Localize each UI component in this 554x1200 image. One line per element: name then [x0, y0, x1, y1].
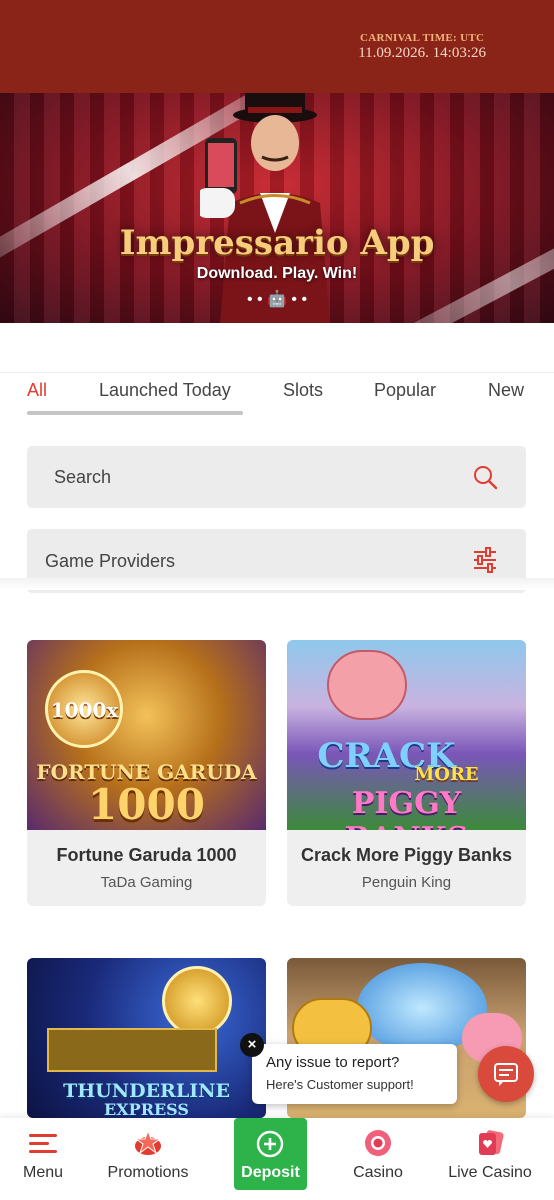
plus-circle-icon: [256, 1130, 284, 1158]
toast-title: Any issue to report?: [266, 1054, 400, 1071]
art-number: 1000: [88, 780, 205, 829]
game-thumbnail[interactable]: CRACK MORE PIGGY BANKS: [287, 640, 526, 830]
filter-icon[interactable]: [472, 547, 498, 573]
nav-menu[interactable]: Menu: [0, 1118, 86, 1200]
tab-launched-today[interactable]: Launched Today: [99, 380, 231, 401]
search-placeholder: Search: [54, 467, 112, 487]
nav-label: Casino: [353, 1164, 403, 1181]
chip-icon: [365, 1130, 391, 1156]
banner-title: Impressario App: [119, 223, 435, 263]
game-thumbnail[interactable]: THUNDERLINE EXPRESS: [27, 958, 266, 1118]
search-input[interactable]: Search: [27, 446, 526, 508]
art-word-3: PIGGY BANKS: [345, 786, 469, 830]
nav-casino[interactable]: Casino: [336, 1118, 420, 1200]
clock-time: 11.09.2026. 14:03:26: [358, 45, 486, 61]
tab-slots[interactable]: Slots: [283, 380, 323, 401]
providers-label: Game Providers: [45, 551, 176, 571]
game-card[interactable]: CRACK MORE PIGGY BANKS Crack More Piggy …: [287, 640, 526, 906]
tab-scroll-indicator: [27, 411, 243, 415]
art-word-2: MORE: [414, 764, 479, 785]
game-card[interactable]: THUNDERLINE EXPRESS: [27, 958, 266, 1118]
server-clock: CARNIVAL TIME: UTC 11.09.2026. 14:03:26: [358, 32, 486, 62]
toast-subtitle: Here's Customer support!: [266, 1077, 414, 1092]
game-title: Fortune Garuda 1000: [56, 845, 237, 865]
game-provider: TaDa Gaming: [100, 874, 193, 891]
android-icon: • • 🤖 • •: [246, 291, 308, 308]
art-multiplier: 1000x: [50, 698, 119, 722]
category-tabs: All Launched Today Slots Popular New: [0, 372, 554, 418]
art-title: THUNDERLINE: [63, 1080, 230, 1102]
nav-label: Promotions: [107, 1164, 189, 1181]
promo-banner[interactable]: Impressario App Download. Play. Win! • •…: [0, 93, 554, 323]
nav-live-casino[interactable]: Live Casino: [440, 1118, 540, 1200]
cards-icon: [479, 1130, 504, 1155]
game-card[interactable]: 1000x FORTUNE GARUDA 1000 Fortune Garuda…: [27, 640, 266, 906]
filters-shadow: [0, 578, 554, 590]
nav-label: Live Casino: [448, 1164, 532, 1181]
art-subtitle: EXPRESS: [104, 1100, 189, 1118]
menu-icon: [29, 1134, 57, 1153]
banner-subtitle: Download. Play. Win!: [196, 265, 358, 282]
star-icon: [134, 1129, 162, 1155]
support-toast[interactable]: Any issue to report? Here's Customer sup…: [252, 1044, 457, 1104]
deposit-label: Deposit: [241, 1164, 300, 1181]
clock-label: CARNIVAL TIME: UTC: [360, 32, 485, 44]
nav-promotions[interactable]: Promotions: [96, 1118, 200, 1200]
chat-button[interactable]: [478, 1046, 534, 1102]
game-title: Crack More Piggy Banks: [300, 845, 513, 865]
game-thumbnail[interactable]: 1000x FORTUNE GARUDA 1000: [27, 640, 266, 830]
game-provider: Penguin King: [361, 874, 452, 891]
tab-all[interactable]: All: [27, 380, 47, 401]
top-header: CARNIVAL TIME: UTC 11.09.2026. 14:03:26: [0, 0, 554, 93]
nav-label: Menu: [22, 1164, 64, 1181]
deposit-button[interactable]: Deposit: [234, 1118, 307, 1190]
tab-new[interactable]: New: [488, 380, 524, 401]
chat-icon: [494, 1063, 518, 1086]
tab-popular[interactable]: Popular: [374, 380, 436, 401]
search-icon[interactable]: [472, 464, 498, 490]
close-icon[interactable]: ×: [240, 1033, 264, 1057]
